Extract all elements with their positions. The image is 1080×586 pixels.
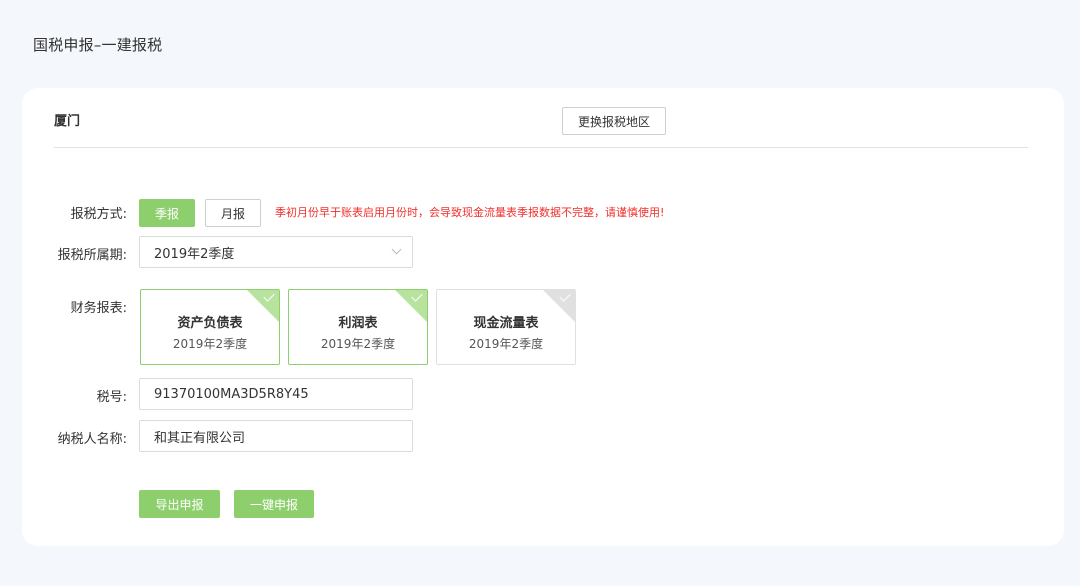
period-select[interactable]: 2019年2季度 xyxy=(139,236,413,268)
region-name: 厦门 xyxy=(54,114,81,129)
divider xyxy=(54,147,1028,148)
report-title: 现金流量表 xyxy=(473,316,539,331)
reports-label: 财务报表: xyxy=(70,301,127,316)
taxpayer-name-label: 纳税人名称: xyxy=(57,432,127,447)
report-title: 资产负债表 xyxy=(177,316,243,331)
taxpayer-name-field[interactable]: 和其正有限公司 xyxy=(139,420,413,452)
main-card: 厦门 更换报税地区 报税方式: 季报 月报 季初月份早于账表启用月份时，会导致现… xyxy=(22,88,1064,546)
method-monthly-button[interactable]: 月报 xyxy=(205,199,261,227)
report-card-income-statement[interactable]: 利润表 2019年2季度 xyxy=(288,289,428,365)
export-declaration-button[interactable]: 导出申报 xyxy=(139,490,220,518)
report-title: 利润表 xyxy=(338,316,378,331)
period-label: 报税所属期: xyxy=(57,248,127,263)
report-card-balance-sheet[interactable]: 资产负债表 2019年2季度 xyxy=(140,289,280,365)
tax-number-field[interactable]: 91370100MA3D5R8Y45 xyxy=(139,378,413,410)
chevron-down-icon xyxy=(391,244,402,255)
page-title: 国税申报–一建报税 xyxy=(33,36,163,54)
report-period: 2019年2季度 xyxy=(320,337,396,351)
change-region-button[interactable]: 更换报税地区 xyxy=(562,107,666,135)
report-period: 2019年2季度 xyxy=(468,337,544,351)
tax-number-label: 税号: xyxy=(96,390,127,405)
taxpayer-name-value: 和其正有限公司 xyxy=(154,430,246,446)
warning-text: 季初月份早于账表启用月份时，会导致现金流量表季报数据不完整，请谨慎使用! xyxy=(275,206,665,219)
tax-number-value: 91370100MA3D5R8Y45 xyxy=(154,386,309,402)
method-quarterly-button[interactable]: 季报 xyxy=(139,199,195,227)
report-period: 2019年2季度 xyxy=(172,337,248,351)
period-value: 2019年2季度 xyxy=(154,246,235,262)
report-card-cash-flow[interactable]: 现金流量表 2019年2季度 xyxy=(436,289,576,365)
one-click-declaration-button[interactable]: 一键申报 xyxy=(234,490,314,518)
method-label: 报税方式: xyxy=(70,207,127,222)
